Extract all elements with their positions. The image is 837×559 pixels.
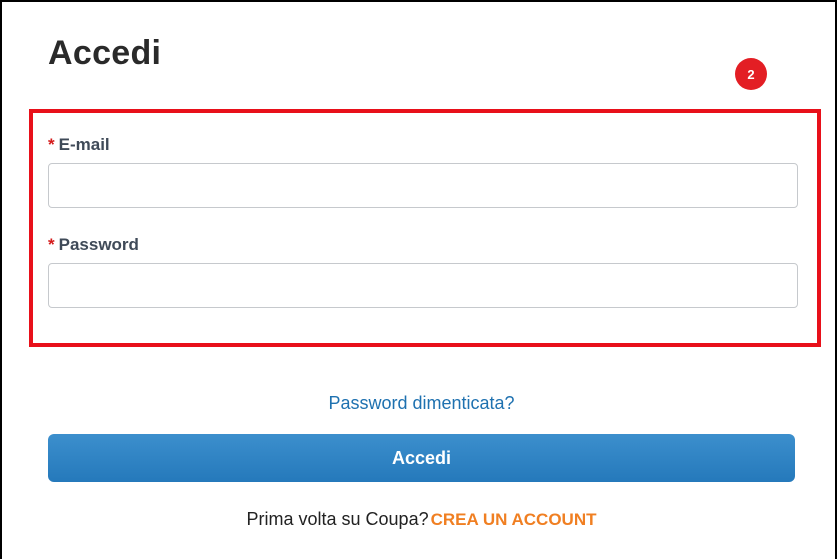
password-field[interactable]: [48, 263, 798, 308]
email-label: * E-mail: [48, 135, 110, 155]
signup-row: Prima volta su Coupa? CREA UN ACCOUNT: [0, 509, 837, 530]
page-title: Accedi: [48, 34, 162, 72]
required-marker: *: [48, 135, 55, 154]
password-label-text: Password: [58, 235, 139, 254]
required-marker: *: [48, 235, 55, 254]
step-badge: 2: [735, 58, 767, 90]
password-label: * Password: [48, 235, 139, 255]
forgot-password-link[interactable]: Password dimenticata?: [0, 393, 837, 414]
signup-prompt: Prima volta su Coupa?: [246, 509, 429, 529]
highlight-box: [29, 109, 821, 347]
email-field[interactable]: [48, 163, 798, 208]
login-button[interactable]: Accedi: [48, 434, 795, 482]
create-account-link[interactable]: CREA UN ACCOUNT: [431, 510, 597, 529]
email-label-text: E-mail: [58, 135, 110, 154]
